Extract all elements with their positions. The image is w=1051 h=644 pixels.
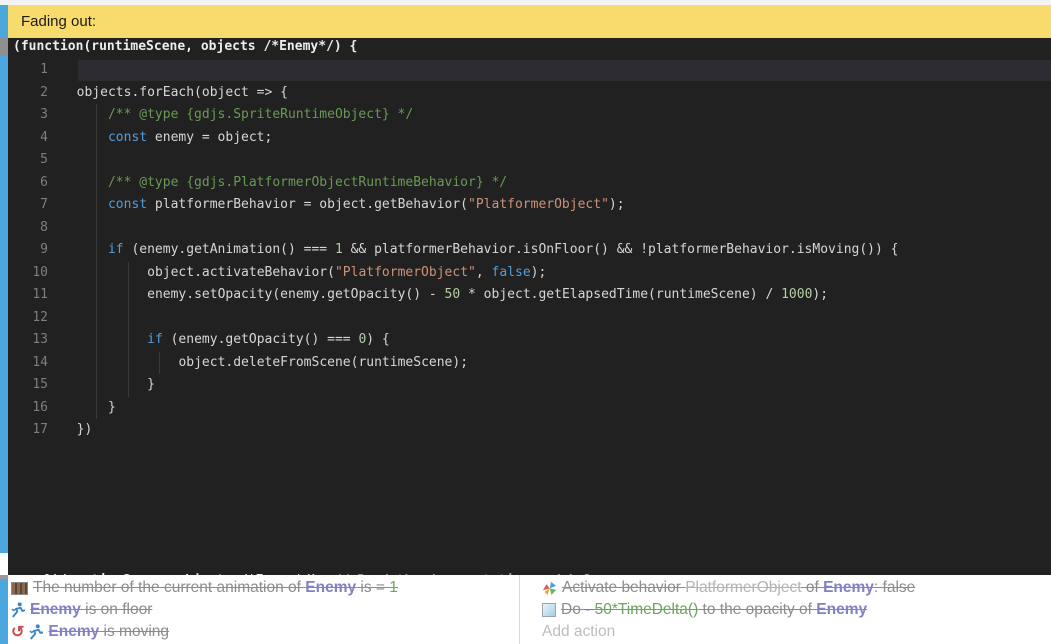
indent-guide xyxy=(128,307,129,330)
add-action-button[interactable]: Add action xyxy=(520,621,1051,643)
line-number: 8 xyxy=(8,217,61,240)
line-number: 5 xyxy=(8,149,61,172)
event-selection-bar-gray-segment xyxy=(0,38,8,56)
line-number: 1 xyxy=(8,59,61,82)
actions-column: Activate behavior PlatformerObject of En… xyxy=(520,575,1051,644)
code-line[interactable]: 9if (enemy.getAnimation() === 1 && platf… xyxy=(8,239,1051,262)
indent-guide xyxy=(159,352,160,375)
indent-guide xyxy=(128,329,129,352)
code-line[interactable]: 13if (enemy.getOpacity() === 0) { xyxy=(8,329,1051,352)
code-line[interactable]: 6/** @type {gdjs.PlatformerObjectRuntime… xyxy=(8,172,1051,195)
code-line[interactable]: 7const platformerBehavior = object.getBe… xyxy=(8,194,1051,217)
line-number: 12 xyxy=(8,307,61,330)
action-row[interactable]: Do - 50*TimeDelta() to the opacity of En… xyxy=(520,599,1051,621)
code-line[interactable]: 15} xyxy=(8,374,1051,397)
indent-guide xyxy=(128,262,129,285)
indent-guide xyxy=(128,284,129,307)
code-signature-line: (function(runtimeScene, objects /*Enemy*… xyxy=(8,38,1051,56)
indent-guide xyxy=(96,397,97,420)
line-number: 6 xyxy=(8,172,61,195)
indent-guide xyxy=(128,374,129,397)
action-row[interactable]: Activate behavior PlatformerObject of En… xyxy=(520,577,1051,599)
code-line[interactable]: 14object.deleteFromScene(runtimeScene); xyxy=(8,352,1051,375)
condition-row-text: Enemy is on floor xyxy=(30,601,152,619)
action-row-text: Do - 50*TimeDelta() to the opacity of En… xyxy=(561,601,867,619)
line-number: 16 xyxy=(8,397,61,420)
code-line[interactable]: 1 xyxy=(8,59,1051,82)
indent-guide xyxy=(96,149,97,172)
run-icon xyxy=(11,602,25,618)
event-selection-bar xyxy=(0,5,8,553)
line-number: 10 xyxy=(8,262,61,285)
indent-guide xyxy=(96,217,97,240)
indent-guide xyxy=(96,329,97,352)
indent-guide xyxy=(96,262,97,285)
action-row-text: Activate behavior PlatformerObject of En… xyxy=(562,579,915,597)
condition-row[interactable]: The number of the current animation of E… xyxy=(8,577,519,599)
condition-row[interactable]: ↺ Enemy is moving xyxy=(8,621,519,643)
indent-guide xyxy=(96,194,97,217)
comment-text: Fading out: xyxy=(21,13,96,30)
code-line[interactable]: 11enemy.setOpacity(enemy.getOpacity() - … xyxy=(8,284,1051,307)
code-line[interactable]: 3/** @type {gdjs.SpriteRuntimeObject} */ xyxy=(8,104,1051,127)
code-line[interactable]: 10object.activateBehavior("PlatformerObj… xyxy=(8,262,1051,285)
line-number: 11 xyxy=(8,284,61,307)
line-number: 13 xyxy=(8,329,61,352)
code-line[interactable]: 5 xyxy=(8,149,1051,172)
invert-icon: ↺ xyxy=(11,625,24,640)
animation-icon xyxy=(11,582,28,595)
line-number: 2 xyxy=(8,82,61,105)
line-number: 7 xyxy=(8,194,61,217)
line-number: 4 xyxy=(8,127,61,150)
condition-row-text: Enemy is moving xyxy=(48,623,169,641)
code-lines[interactable]: 12objects.forEach(object => {3/** @type … xyxy=(8,56,1051,442)
line-number: 17 xyxy=(8,419,61,442)
line-number: 15 xyxy=(8,374,61,397)
indent-guide xyxy=(96,284,97,307)
conditions-column: The number of the current animation of E… xyxy=(8,575,520,644)
indent-guide xyxy=(96,104,97,127)
event-selection-bar-bottom xyxy=(0,579,8,644)
code-line[interactable]: 12 xyxy=(8,307,1051,330)
condition-row-text: The number of the current animation of E… xyxy=(33,579,398,597)
line-number: 9 xyxy=(8,239,61,262)
action-rows: Activate behavior PlatformerObject of En… xyxy=(520,577,1051,621)
code-line[interactable]: 17}) xyxy=(8,419,1051,442)
event-selection-bar-gap xyxy=(0,553,8,575)
code-line[interactable]: 2objects.forEach(object => { xyxy=(8,82,1051,105)
behavior-icon xyxy=(542,581,557,596)
indent-guide xyxy=(96,307,97,330)
event-row-panel: The number of the current animation of E… xyxy=(8,575,1051,644)
opacity-icon xyxy=(542,603,556,617)
comment-event[interactable]: Fading out: xyxy=(8,5,1051,38)
indent-guide xyxy=(96,172,97,195)
js-code-editor[interactable]: (function(runtimeScene, objects /*Enemy*… xyxy=(8,38,1051,575)
indent-guide xyxy=(96,352,97,375)
indent-guide xyxy=(96,374,97,397)
condition-row[interactable]: Enemy is on floor xyxy=(8,599,519,621)
indent-guide xyxy=(96,239,97,262)
code-footer-line: })(runtimeScene, objects /*Enemy*/); // … xyxy=(13,555,600,572)
code-line[interactable]: 8 xyxy=(8,217,1051,240)
code-line[interactable]: 16} xyxy=(8,397,1051,420)
code-line[interactable]: 4const enemy = object; xyxy=(8,127,1051,150)
line-number: 3 xyxy=(8,104,61,127)
indent-guide xyxy=(128,352,129,375)
line-number: 14 xyxy=(8,352,61,375)
run-icon xyxy=(29,624,43,640)
indent-guide xyxy=(96,127,97,150)
